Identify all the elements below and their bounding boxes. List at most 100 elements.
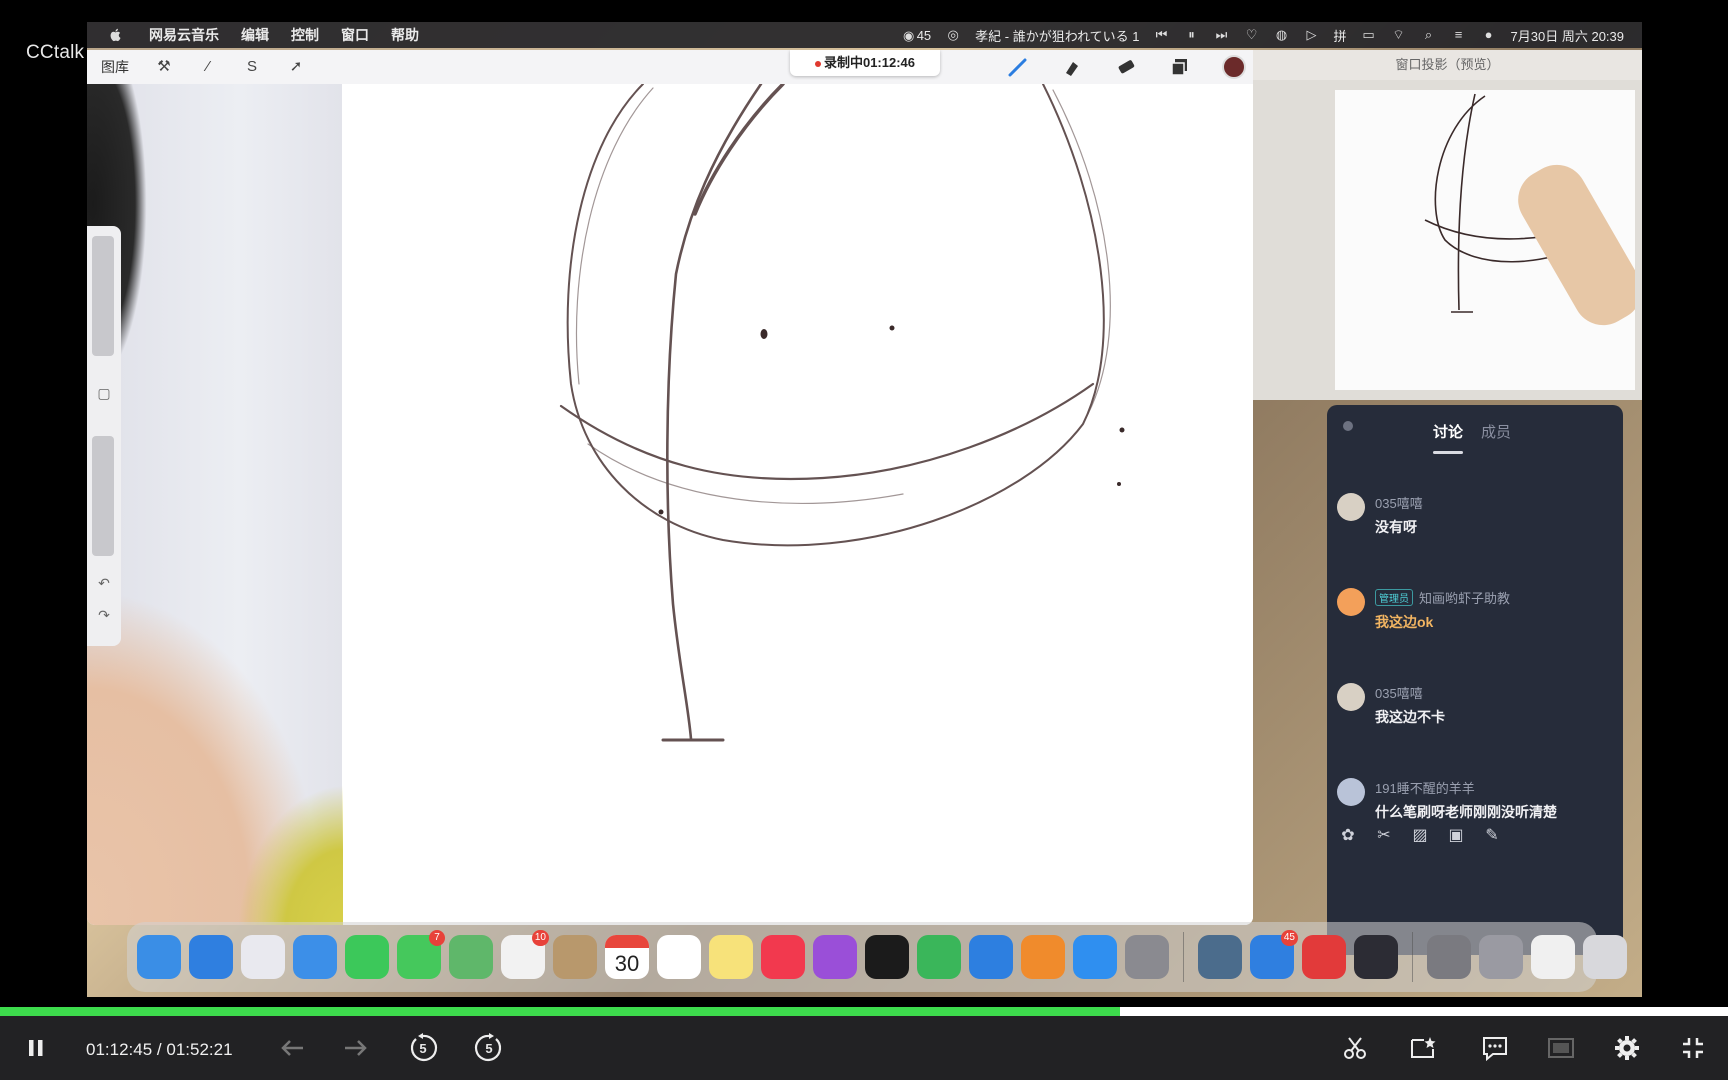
settings-button[interactable] xyxy=(1610,1032,1644,1064)
next-button[interactable] xyxy=(340,1032,372,1064)
dock-app-notes[interactable] xyxy=(709,935,753,979)
avatar[interactable] xyxy=(1337,493,1365,521)
procreate-right-tools xyxy=(1005,50,1247,84)
playback-progress-bar[interactable] xyxy=(0,1007,1728,1016)
player-controls: 01:12:45 / 01:52:21 5 5 xyxy=(0,1016,1728,1080)
image-icon[interactable]: ▨ xyxy=(1409,825,1431,847)
dock-app-maps[interactable] xyxy=(449,935,493,979)
dock-app-quicktime[interactable] xyxy=(1198,935,1242,979)
drawing-canvas[interactable] xyxy=(343,82,1253,925)
dock-app-music[interactable] xyxy=(761,935,805,979)
menu-window[interactable]: 窗口 xyxy=(341,25,369,45)
screen-share-icon[interactable]: ▣ xyxy=(1445,825,1467,847)
pause-track-icon[interactable]: ⏸ xyxy=(1184,28,1200,42)
control-center-icon[interactable]: ≡ xyxy=(1451,28,1467,42)
modify-square-icon[interactable]: ▢ xyxy=(95,384,113,402)
admin-badge: 管理员 xyxy=(1375,589,1413,606)
message-text: 我这边ok xyxy=(1375,614,1434,630)
spotlight-search-icon[interactable]: ⌕ xyxy=(1421,28,1437,42)
dock-app-app-store[interactable] xyxy=(1073,935,1117,979)
comments-button[interactable] xyxy=(1478,1032,1512,1064)
scissors-icon[interactable]: ✂ xyxy=(1373,825,1395,847)
wifi-icon[interactable]: ⌔ xyxy=(1391,28,1407,42)
avatar[interactable] xyxy=(1337,778,1365,806)
circle-c-icon: ◉ xyxy=(903,27,915,43)
avatar[interactable] xyxy=(1337,683,1365,711)
dock-app-keynote[interactable] xyxy=(969,935,1013,979)
dock-app-photos[interactable]: 10 xyxy=(501,930,549,979)
selection-icon[interactable]: S xyxy=(243,58,261,76)
apple-icon xyxy=(110,28,121,42)
undo-icon[interactable]: ↶ xyxy=(95,574,113,592)
netease-icon[interactable]: ◍ xyxy=(1274,28,1290,42)
bookmark-button[interactable] xyxy=(1406,1032,1440,1064)
dock-app-netease-music[interactable] xyxy=(1302,935,1346,979)
edit-icon[interactable]: ✎ xyxy=(1481,825,1503,847)
forward-5-button[interactable]: 5 xyxy=(472,1032,506,1064)
tab-discussion[interactable]: 讨论 xyxy=(1433,421,1463,442)
magic-wand-icon[interactable]: ⁄ xyxy=(199,58,217,76)
count-indicator[interactable]: ◉ 45 xyxy=(901,28,931,43)
obs-icon[interactable]: ◎ xyxy=(945,28,961,42)
input-method-indicator[interactable]: 拼 xyxy=(1334,26,1347,45)
layers-icon[interactable] xyxy=(1167,54,1193,80)
chat-panel: 讨论 成员 035嘻嘻 没有呀 管理员 知画哟虾子助教 我这边ok 035嘻嘻 我… xyxy=(1327,405,1623,955)
brush-size-slider[interactable] xyxy=(92,236,114,356)
dock-app-launchpad[interactable] xyxy=(241,935,285,979)
avatar[interactable] xyxy=(1337,588,1365,616)
brush-size-opacity-sidebar: ▢ ↶ ↷ xyxy=(87,226,121,646)
play-circle-icon[interactable]: ▷ xyxy=(1304,28,1320,42)
dock-app-cctalk[interactable]: 45 xyxy=(1250,930,1298,979)
dock-app-numbers[interactable] xyxy=(917,935,961,979)
dock-app-pages[interactable] xyxy=(1021,935,1065,979)
next-track-icon[interactable]: ⏭ xyxy=(1214,28,1230,42)
eraser-icon[interactable] xyxy=(1113,54,1139,80)
flower-icon[interactable]: ✿ xyxy=(1337,825,1359,847)
dock-app-contacts[interactable] xyxy=(553,935,597,979)
dock-app-safari[interactable] xyxy=(189,935,233,979)
tab-members[interactable]: 成员 xyxy=(1481,421,1511,442)
reference-sweater xyxy=(237,784,347,925)
gallery-button[interactable]: 图库 xyxy=(101,57,129,77)
previous-track-icon[interactable]: ⏮ xyxy=(1154,28,1170,42)
menu-control[interactable]: 控制 xyxy=(291,25,319,45)
dock-app-system-preferences[interactable] xyxy=(1125,935,1169,979)
brush-icon[interactable] xyxy=(1005,54,1031,80)
menubar-datetime[interactable]: 7月30日 周六 20:39 xyxy=(1511,26,1624,45)
opacity-slider[interactable] xyxy=(92,436,114,556)
heart-icon[interactable]: ♡ xyxy=(1244,28,1260,42)
siri-icon[interactable]: ● xyxy=(1481,28,1497,42)
exit-fullscreen-button[interactable] xyxy=(1676,1032,1710,1064)
rewind-5-button[interactable]: 5 xyxy=(406,1032,440,1064)
dock-app-window-thumb-2[interactable] xyxy=(1479,935,1523,979)
previous-button[interactable] xyxy=(276,1032,308,1064)
pause-button[interactable] xyxy=(20,1032,52,1064)
transform-arrow-icon[interactable]: ➚ xyxy=(287,58,305,76)
dock-app-apple-tv[interactable] xyxy=(865,935,909,979)
dock-app-obs[interactable] xyxy=(1354,935,1398,979)
video-stage[interactable]: CCtalk 网易云音乐 编辑 控制 窗口 帮助 ◉ 45 ◎ 孝紀 - 誰かが狙… xyxy=(0,0,1728,1000)
dock-app-podcasts[interactable] xyxy=(813,935,857,979)
message-author: 191睡不醒的羊羊 xyxy=(1375,781,1475,796)
menu-help[interactable]: 帮助 xyxy=(391,25,419,45)
dock-app-window-thumb-1[interactable] xyxy=(1427,935,1471,979)
dock-app-window-thumb-3[interactable] xyxy=(1531,935,1575,979)
dock-app-finder[interactable] xyxy=(137,935,181,979)
now-playing-title[interactable]: 孝紀 - 誰かが狙われている 1 xyxy=(975,26,1139,45)
menu-edit[interactable]: 编辑 xyxy=(241,25,269,45)
redo-icon[interactable]: ↷ xyxy=(95,606,113,624)
smudge-icon[interactable] xyxy=(1059,54,1085,80)
menu-app-name[interactable]: 网易云音乐 xyxy=(149,25,219,45)
dock-app-calendar[interactable]: 30 xyxy=(605,935,649,979)
dock-app-messages[interactable]: 7 xyxy=(397,930,445,979)
color-picker-button[interactable] xyxy=(1221,54,1247,80)
clip-button[interactable] xyxy=(1338,1032,1372,1064)
dock-app-trash[interactable] xyxy=(1583,935,1627,979)
dock-app-mail[interactable] xyxy=(293,935,337,979)
picture-in-picture-button[interactable] xyxy=(1544,1032,1578,1064)
wrench-icon[interactable]: ⚒ xyxy=(155,58,173,76)
dock-app-facetime[interactable] xyxy=(345,935,389,979)
rewind-seconds: 5 xyxy=(419,1040,427,1056)
dock-app-reminders[interactable] xyxy=(657,935,701,979)
battery-icon[interactable]: ▭ xyxy=(1361,28,1377,42)
